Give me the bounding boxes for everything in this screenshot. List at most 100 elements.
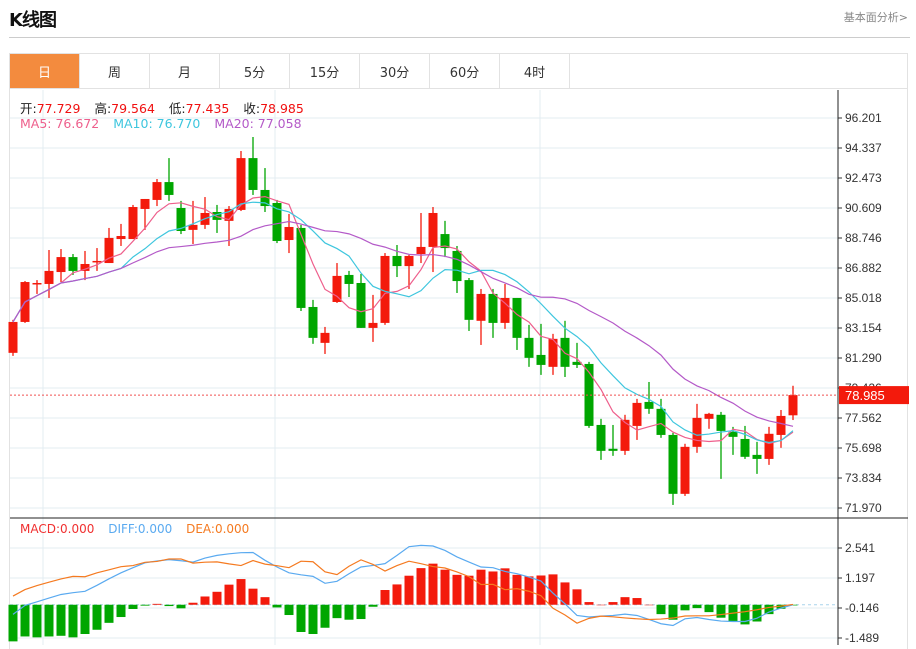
candle-body — [476, 293, 486, 321]
candle-body — [632, 402, 642, 426]
low-value: 77.435 — [185, 101, 230, 116]
macd-bar — [680, 604, 690, 611]
macd-bar — [584, 602, 594, 605]
candle-body — [788, 395, 798, 416]
macd-bar — [320, 604, 330, 628]
macd-bar — [500, 568, 510, 605]
macd-bar — [476, 569, 486, 605]
candle-body — [596, 424, 606, 451]
candle-body — [344, 274, 354, 284]
macd-bar — [308, 604, 318, 635]
price-tick-label: 94.337 — [845, 141, 882, 155]
candle-body — [608, 448, 618, 451]
macd-bar — [20, 604, 30, 637]
macd-bar — [692, 604, 702, 609]
macd-bar — [248, 588, 258, 605]
candle-body — [512, 297, 522, 338]
price-tick-label: 83.154 — [845, 321, 882, 335]
candle-body — [32, 282, 42, 285]
candle-body — [752, 454, 762, 459]
macd-bar — [656, 604, 666, 615]
macd-bar — [128, 604, 138, 609]
macd-bar — [284, 604, 294, 616]
open-value: 77.729 — [36, 101, 81, 116]
macd-bar — [716, 604, 726, 618]
open-label: 开: — [20, 101, 37, 116]
candle-body — [56, 257, 66, 273]
candle-body — [416, 246, 426, 255]
candle-body — [116, 235, 126, 240]
candle-body — [44, 270, 54, 284]
kline-chart[interactable]: 96.201 94.337 92.473 90.609 88.746 86.882 85.0… — [0, 0, 916, 645]
candle-body — [92, 260, 102, 263]
price-tick-label: 71.970 — [845, 501, 882, 515]
candle-body — [164, 182, 174, 195]
candle-body — [464, 280, 474, 320]
high-value: 79.564 — [111, 101, 155, 116]
candle-body — [692, 417, 702, 447]
candle-body — [368, 322, 378, 328]
macd-bar — [104, 604, 114, 623]
candle-body — [428, 212, 438, 247]
macd-bar — [140, 604, 150, 606]
close-value: 78.985 — [260, 101, 304, 116]
price-tick-label: 88.746 — [845, 231, 882, 245]
price-tick-label: 90.609 — [845, 201, 882, 215]
macd-bar — [296, 604, 306, 632]
ma20-line — [12, 220, 794, 427]
macd-bar — [212, 591, 222, 605]
high-label: 高: — [94, 101, 112, 116]
macd-bar — [56, 604, 66, 636]
candle-body — [680, 446, 690, 494]
candle-body — [356, 282, 366, 328]
candle-body — [284, 226, 294, 241]
macd-bar — [368, 604, 378, 607]
candle-body — [488, 293, 498, 323]
price-tick-label: 92.473 — [845, 171, 882, 185]
price-tick-label: 85.018 — [845, 291, 882, 305]
macd-bar — [92, 604, 102, 630]
macd-bar — [8, 604, 18, 642]
macd-bar — [428, 563, 438, 605]
ma10-value: MA10: 76.770 — [113, 116, 201, 131]
macd-bar — [632, 598, 642, 605]
candle-body — [776, 415, 786, 435]
macd-bar — [440, 569, 450, 605]
low-label: 低: — [168, 101, 186, 116]
macd-bar — [644, 604, 654, 606]
candle-body — [500, 297, 510, 323]
macd-bar — [68, 604, 78, 638]
macd-bar — [356, 604, 366, 620]
macd-bar — [116, 604, 126, 618]
last-price-label: 78.985 — [845, 388, 885, 403]
candle-body — [656, 408, 666, 435]
candle-body — [764, 433, 774, 459]
macd-bar — [380, 590, 390, 605]
candle-body — [296, 227, 306, 308]
macd-bar — [44, 604, 54, 637]
close-label: 收: — [243, 101, 261, 116]
candle-body — [152, 182, 162, 200]
macd-tick-label: 1.197 — [845, 571, 875, 585]
macd-bar — [176, 604, 186, 609]
macd-bar — [704, 604, 714, 613]
macd-tick-label: -0.146 — [845, 601, 879, 615]
candle-body — [188, 224, 198, 230]
price-tick-label: 96.201 — [845, 111, 882, 125]
candle-body — [668, 434, 678, 494]
macd-bar — [572, 589, 582, 605]
macd-tick-label: -1.489 — [845, 631, 879, 645]
price-tick-label: 75.698 — [845, 441, 882, 455]
macd-bar — [200, 596, 210, 605]
macd-bar — [620, 597, 630, 605]
candle-body — [140, 198, 150, 209]
candle-body — [8, 321, 18, 353]
macd-bar — [452, 574, 462, 605]
candle-body — [716, 414, 726, 431]
macd-bar — [236, 579, 246, 605]
macd-tick-label: 2.541 — [845, 541, 875, 555]
macd-bar — [488, 571, 498, 605]
candle-body — [248, 158, 258, 190]
candle-body — [308, 306, 318, 338]
price-tick-label: 77.562 — [845, 411, 882, 425]
